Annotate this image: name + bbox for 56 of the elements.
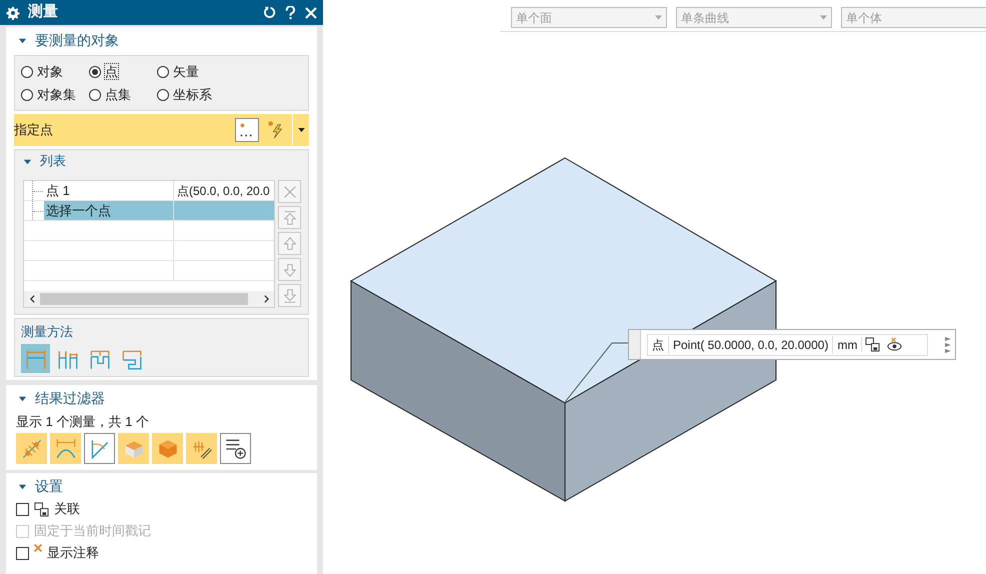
annotation-label: 点 (651, 336, 665, 354)
expand-toggle-icon[interactable] (18, 482, 27, 490)
expand-toggle-icon[interactable] (23, 156, 32, 166)
unit-label: mm (832, 336, 862, 354)
radio-option[interactable]: 点集 (89, 85, 157, 104)
table-cell-text: 点(50.0, 0.0, 20.0 (176, 182, 271, 200)
list-row[interactable]: 选择一个点 (44, 201, 173, 220)
expand-toggle-icon[interactable] (18, 394, 27, 402)
checkbox-label: 关联 (54, 500, 80, 518)
drag-handle[interactable] (629, 330, 641, 359)
list-row[interactable]: 点 1 (44, 181, 173, 200)
subsection-title: 测量方法 (21, 323, 74, 341)
filter-toggle-icon[interactable] (186, 433, 217, 464)
help-icon[interactable] (285, 6, 296, 20)
point-dialog-icon[interactable] (235, 118, 259, 142)
annotation-icon (34, 544, 42, 552)
filter-toggle-icon[interactable] (220, 433, 251, 464)
move-down-icon[interactable] (278, 258, 301, 281)
selection-bar[interactable]: 指定点 (14, 114, 309, 146)
checkbox-label: 显示注释 (47, 544, 99, 562)
filter-toggle-icon[interactable] (84, 433, 115, 464)
checkbox[interactable] (16, 502, 29, 516)
reset-icon[interactable] (263, 6, 276, 19)
associative-icon (34, 502, 49, 516)
block-top-face[interactable] (350, 157, 777, 404)
move-to-top-icon[interactable] (278, 206, 301, 229)
measurement-annotation[interactable]: 点 Point( 50.0000, 0.0, 20.0000) mm (628, 329, 956, 360)
radio-option[interactable]: 坐标系 (157, 85, 237, 104)
radio-option[interactable]: 点 (89, 62, 157, 81)
delete-icon[interactable] (278, 180, 301, 203)
subsection-title: 列表 (40, 152, 66, 170)
point-coordinates: Point( 50.0000, 0.0, 20.0000) (668, 336, 832, 354)
tree-connector (32, 181, 44, 200)
checkbox[interactable] (16, 546, 29, 560)
filter-toggle-icon[interactable] (152, 433, 183, 464)
radio-option[interactable]: 对象集 (21, 85, 89, 104)
leader-line (564, 342, 628, 402)
block-front-face[interactable] (350, 280, 566, 502)
selection-label: 指定点 (14, 121, 54, 140)
move-up-icon[interactable] (278, 232, 301, 255)
window-title: 测量 (28, 2, 58, 22)
filter-toggle-icon[interactable] (50, 433, 81, 464)
section-title: 设置 (35, 476, 63, 496)
section-title: 结果过滤器 (35, 388, 105, 408)
scrollbar-thumb[interactable] (40, 293, 248, 305)
filter-toggle-icon[interactable] (118, 433, 149, 464)
settings-icon[interactable] (6, 6, 20, 20)
filter-toggle-icon[interactable] (16, 433, 47, 464)
radio-option[interactable]: 对象 (21, 62, 89, 81)
more-options-icon[interactable] (945, 334, 951, 354)
measurement-count-text: 显示 1 个测量，共 1 个 (16, 413, 150, 431)
close-icon[interactable] (305, 6, 317, 18)
section-title: 要测量的对象 (35, 30, 119, 50)
radio-option[interactable]: 矢量 (157, 62, 237, 81)
expand-toggle-icon[interactable] (18, 36, 27, 44)
checkbox-label: 固定于当前时间戳记 (34, 522, 151, 540)
